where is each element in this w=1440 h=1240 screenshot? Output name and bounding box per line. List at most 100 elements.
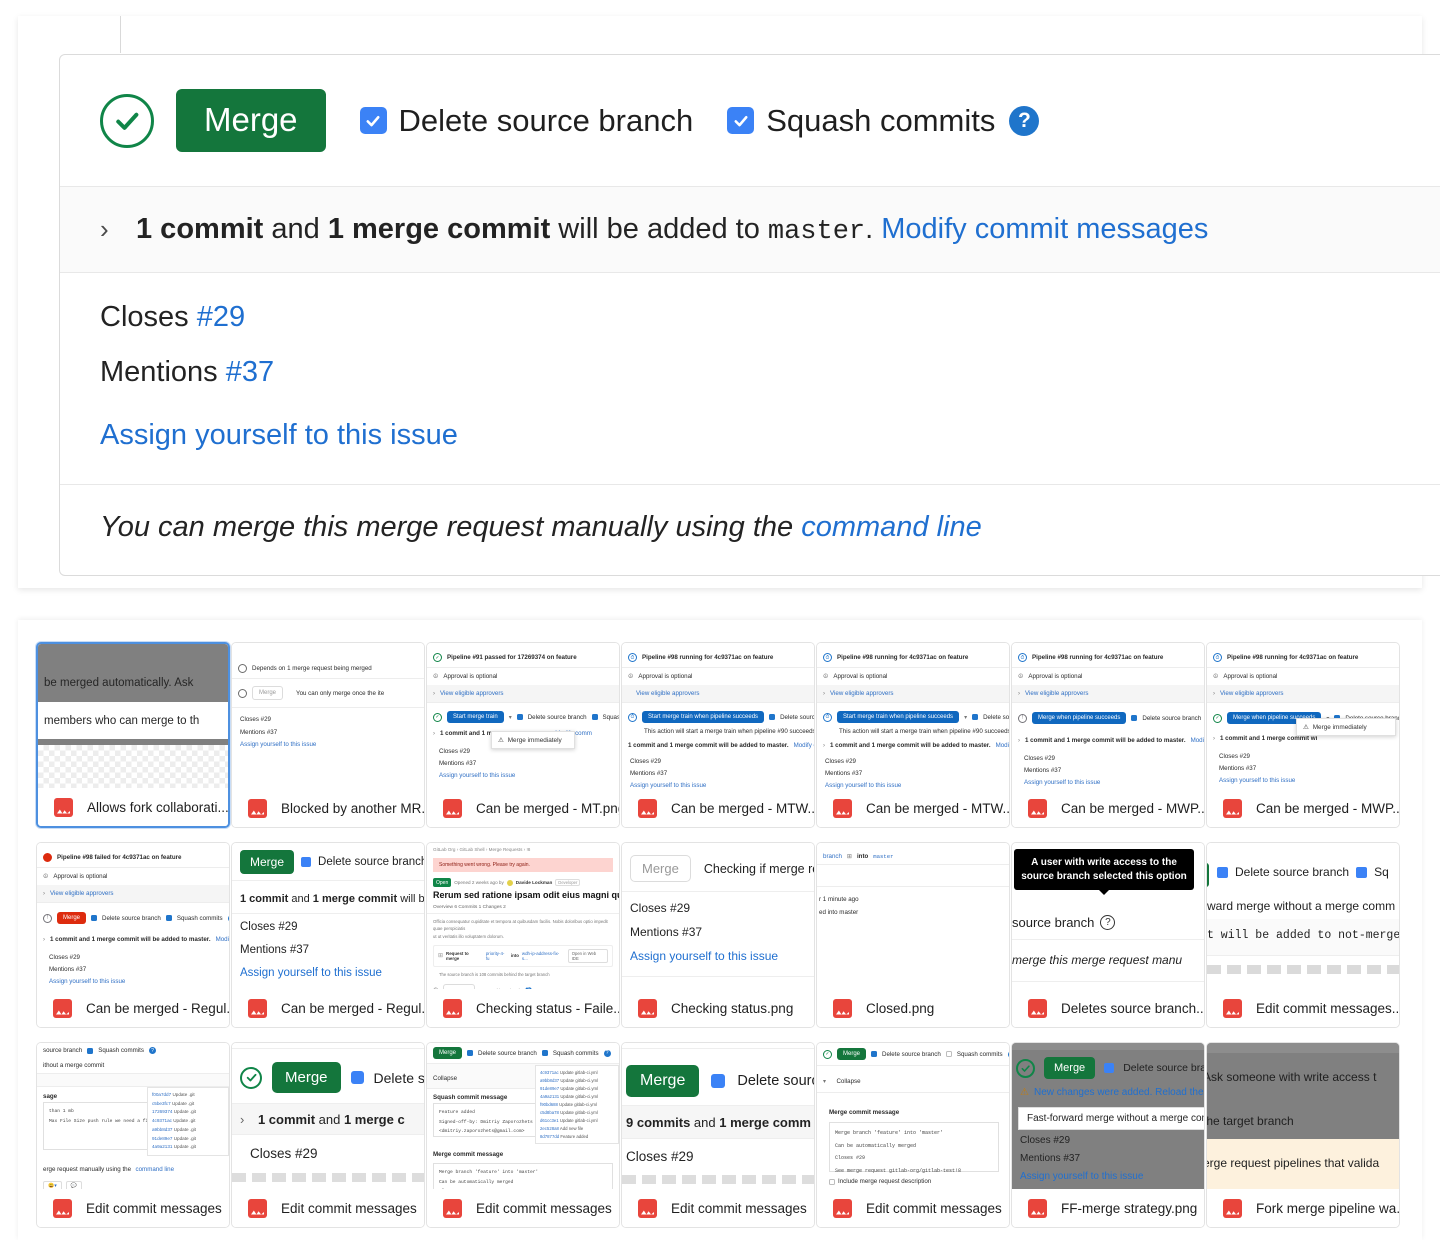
thumbnail-can-be-merged-regular-2[interactable]: Merge Delete source branch Squ 1 commit … xyxy=(231,842,425,1028)
checkbox-icon[interactable] xyxy=(871,1051,877,1057)
chevron-right-icon[interactable]: › xyxy=(240,1112,244,1127)
chevron-right-icon[interactable]: › xyxy=(1018,738,1020,744)
chevron-right-icon[interactable]: › xyxy=(823,743,825,749)
command-line-link[interactable]: command line xyxy=(136,1166,175,1173)
checkbox-checked-icon[interactable] xyxy=(727,107,754,134)
approvers-link[interactable]: View eligible approvers xyxy=(440,690,504,697)
delete-source-branch-checkbox-group[interactable]: Delete source branch xyxy=(360,103,694,139)
closes-issue-link[interactable]: #29 xyxy=(197,301,245,333)
merge-button[interactable]: Merge xyxy=(176,89,326,152)
assign-link[interactable]: Assign yourself to this issue xyxy=(1219,775,1393,787)
thumbnail-ff-merge-strategy[interactable]: Merge Delete source branch ⚠ New changes… xyxy=(1011,1042,1205,1228)
merge-when-pipeline-succeeds-button[interactable]: Merge when pipeline succeeds xyxy=(1032,712,1126,724)
merge-button[interactable]: Merge xyxy=(272,1062,341,1093)
thumbnail-can-be-merged-regular-1[interactable]: Pipeline #98 failed for 4c9371ac on feat… xyxy=(36,842,230,1028)
author-name[interactable]: Davide Lockman xyxy=(516,880,553,885)
collapse-link[interactable]: Collapse xyxy=(836,1078,860,1085)
chevron-down-icon[interactable]: ▾ xyxy=(823,1079,826,1085)
approvers-link[interactable]: View eligible approvers xyxy=(1025,690,1089,697)
assign-link[interactable]: Assign yourself to this issue xyxy=(630,949,778,963)
chevron-right-icon[interactable]: › xyxy=(1213,736,1215,742)
target-branch[interactable]: wdh-ip-address-fix-s... xyxy=(522,951,565,961)
thumbnail-edit-commit-messages-6[interactable]: ✓ Merge Delete source branch Squash comm… xyxy=(816,1042,1010,1228)
checkbox-icon[interactable] xyxy=(542,1050,548,1056)
target-branch[interactable]: master xyxy=(873,853,893,860)
tabs[interactable]: Overview 6 Commits 1 Changes 2 xyxy=(427,900,619,914)
question-mark-icon[interactable]: ? xyxy=(228,915,229,922)
merge-immediately-dropdown[interactable]: ⚠ Merge immediately xyxy=(1296,718,1396,736)
mentions-issue-link[interactable]: #37 xyxy=(226,356,274,388)
chevron-right-icon[interactable]: › xyxy=(100,214,136,245)
thumbnail-fork-merge-pipeline[interactable]: Ask someone with write access t the targ… xyxy=(1206,1042,1400,1228)
thumbnail-can-be-merged-mwps-1[interactable]: ⏱ Pipeline #98 running for 4c9371ac on f… xyxy=(1011,642,1205,828)
checkbox-icon[interactable] xyxy=(301,857,311,867)
question-mark-icon[interactable]: ? xyxy=(149,1047,156,1054)
squash-commits-checkbox-group[interactable]: Squash commits ? xyxy=(727,103,1039,139)
modify-link[interactable]: Modify commit messa xyxy=(794,742,814,749)
thumbnail-edit-commit-messages-4[interactable]: Merge Delete source branch Squash commit… xyxy=(426,1042,620,1228)
modify-link[interactable]: Modify comm xyxy=(1191,737,1204,744)
question-mark-icon[interactable]: ? xyxy=(1008,1051,1009,1058)
approvers-link[interactable]: View eligible approvers xyxy=(830,690,894,697)
commits-summary-row[interactable]: › 1 commit and 1 merge commit will be ad… xyxy=(60,187,1440,273)
merge-button[interactable]: Merge xyxy=(433,1047,462,1059)
thumbnail-deletes-source-branch[interactable]: A user with write access to the source b… xyxy=(1011,842,1205,1028)
checkbox-icon[interactable] xyxy=(972,714,978,720)
assign-yourself-link[interactable]: Assign yourself to this issue xyxy=(100,419,458,452)
thumbnail-edit-commit-messages-5[interactable]: Merge Delete source b 9 commits and 1 me… xyxy=(621,1042,815,1228)
question-mark-icon[interactable]: ? xyxy=(1009,106,1039,136)
checkbox-icon[interactable] xyxy=(87,1048,93,1054)
checkbox-checked-icon[interactable] xyxy=(360,107,387,134)
approvers-link[interactable]: View eligible approvers xyxy=(636,690,700,697)
checkbox-icon[interactable] xyxy=(1131,715,1137,721)
source-branch[interactable]: priority-4-fu xyxy=(486,951,508,961)
chevron-right-icon[interactable]: › xyxy=(823,691,825,697)
question-mark-icon[interactable]: ? xyxy=(1100,915,1115,930)
checkbox-icon[interactable] xyxy=(711,1074,725,1088)
checkbox-icon[interactable] xyxy=(592,714,598,720)
checkbox-icon[interactable] xyxy=(91,915,97,921)
dropdown-item-label[interactable]: Merge immediately xyxy=(508,737,562,744)
thumbnail-can-be-merged-mtw-1[interactable]: ⏱ Pipeline #98 running for 4c9371ac on f… xyxy=(621,642,815,828)
chevron-right-icon[interactable]: › xyxy=(1018,691,1020,697)
merge-button[interactable] xyxy=(1207,863,1209,887)
thumbnail-can-be-merged-mwps-2[interactable]: ⏱ Pipeline #98 running for 4c9371ac on f… xyxy=(1206,642,1400,828)
chevron-right-icon[interactable]: › xyxy=(43,937,45,943)
checkbox-icon[interactable] xyxy=(351,1071,364,1084)
assign-link[interactable]: Assign yourself to this issue xyxy=(49,976,223,988)
checkbox-icon[interactable] xyxy=(946,1051,952,1057)
modify-link[interactable]: Modify com xyxy=(216,936,229,943)
chevron-down-icon[interactable]: ▾ xyxy=(509,714,512,721)
thumbnail-closed[interactable]: branch ⊞ into master r 1 minute ago ed i… xyxy=(816,842,1010,1028)
checkbox-icon[interactable] xyxy=(769,714,775,720)
thumbnail-blocked-by-another-mr[interactable]: Depends on 1 merge request being merged … xyxy=(231,642,425,828)
thumbnail-checking-status[interactable]: Merge Checking if merge reques Closes #2… xyxy=(621,842,815,1028)
checkbox-icon[interactable] xyxy=(166,915,172,921)
assign-link[interactable]: Assign yourself to this issue xyxy=(1020,1171,1143,1182)
start-merge-train-button[interactable]: Start merge train when pipeline succeeds xyxy=(642,711,764,723)
dropdown-item-label[interactable]: Merge immediately xyxy=(1313,724,1367,731)
modify-link[interactable]: Modify commit me xyxy=(996,742,1009,749)
merge-button[interactable]: Merge xyxy=(837,1048,866,1060)
assign-link[interactable]: Assign yourself to this issue xyxy=(240,967,382,979)
approvers-link[interactable]: View eligible approvers xyxy=(1220,690,1284,697)
open-in-web-ide-button[interactable]: Open in Web IDE xyxy=(568,949,608,963)
question-mark-icon[interactable]: ? xyxy=(604,1050,611,1057)
assign-link[interactable]: Assign yourself to this issue xyxy=(240,739,418,752)
merge-button[interactable]: Merge xyxy=(626,1065,699,1097)
thumbnail-edit-commit-messages-1[interactable]: Delete source branch Sq ward merge witho… xyxy=(1206,842,1400,1028)
assign-link[interactable]: Assign yourself to this issue xyxy=(439,770,613,782)
start-merge-train-button[interactable]: Start merge train xyxy=(447,711,504,723)
thumbnail-can-be-merged-mtw-2[interactable]: ⏱ Pipeline #98 running for 4c9371ac on f… xyxy=(816,642,1010,828)
checkbox-icon[interactable] xyxy=(829,1179,835,1185)
command-line-link[interactable]: command line xyxy=(801,511,982,543)
start-merge-train-button[interactable]: Start merge train when pipeline succeeds xyxy=(837,711,959,723)
checkbox-icon[interactable] xyxy=(1217,867,1228,878)
checkbox-icon[interactable] xyxy=(1356,867,1367,878)
thumbnail-checking-status-failed[interactable]: GitLab Org › GitLab Shell › Merge Reques… xyxy=(426,842,620,1028)
approvers-link[interactable]: View eligible approvers xyxy=(50,890,114,897)
merge-button[interactable]: Merge xyxy=(630,855,691,882)
checkbox-icon[interactable] xyxy=(1104,1063,1114,1073)
thumbnail-edit-commit-messages-2[interactable]: source branch Squash commits ? ithout a … xyxy=(36,1042,230,1228)
chevron-right-icon[interactable]: › xyxy=(43,891,45,897)
